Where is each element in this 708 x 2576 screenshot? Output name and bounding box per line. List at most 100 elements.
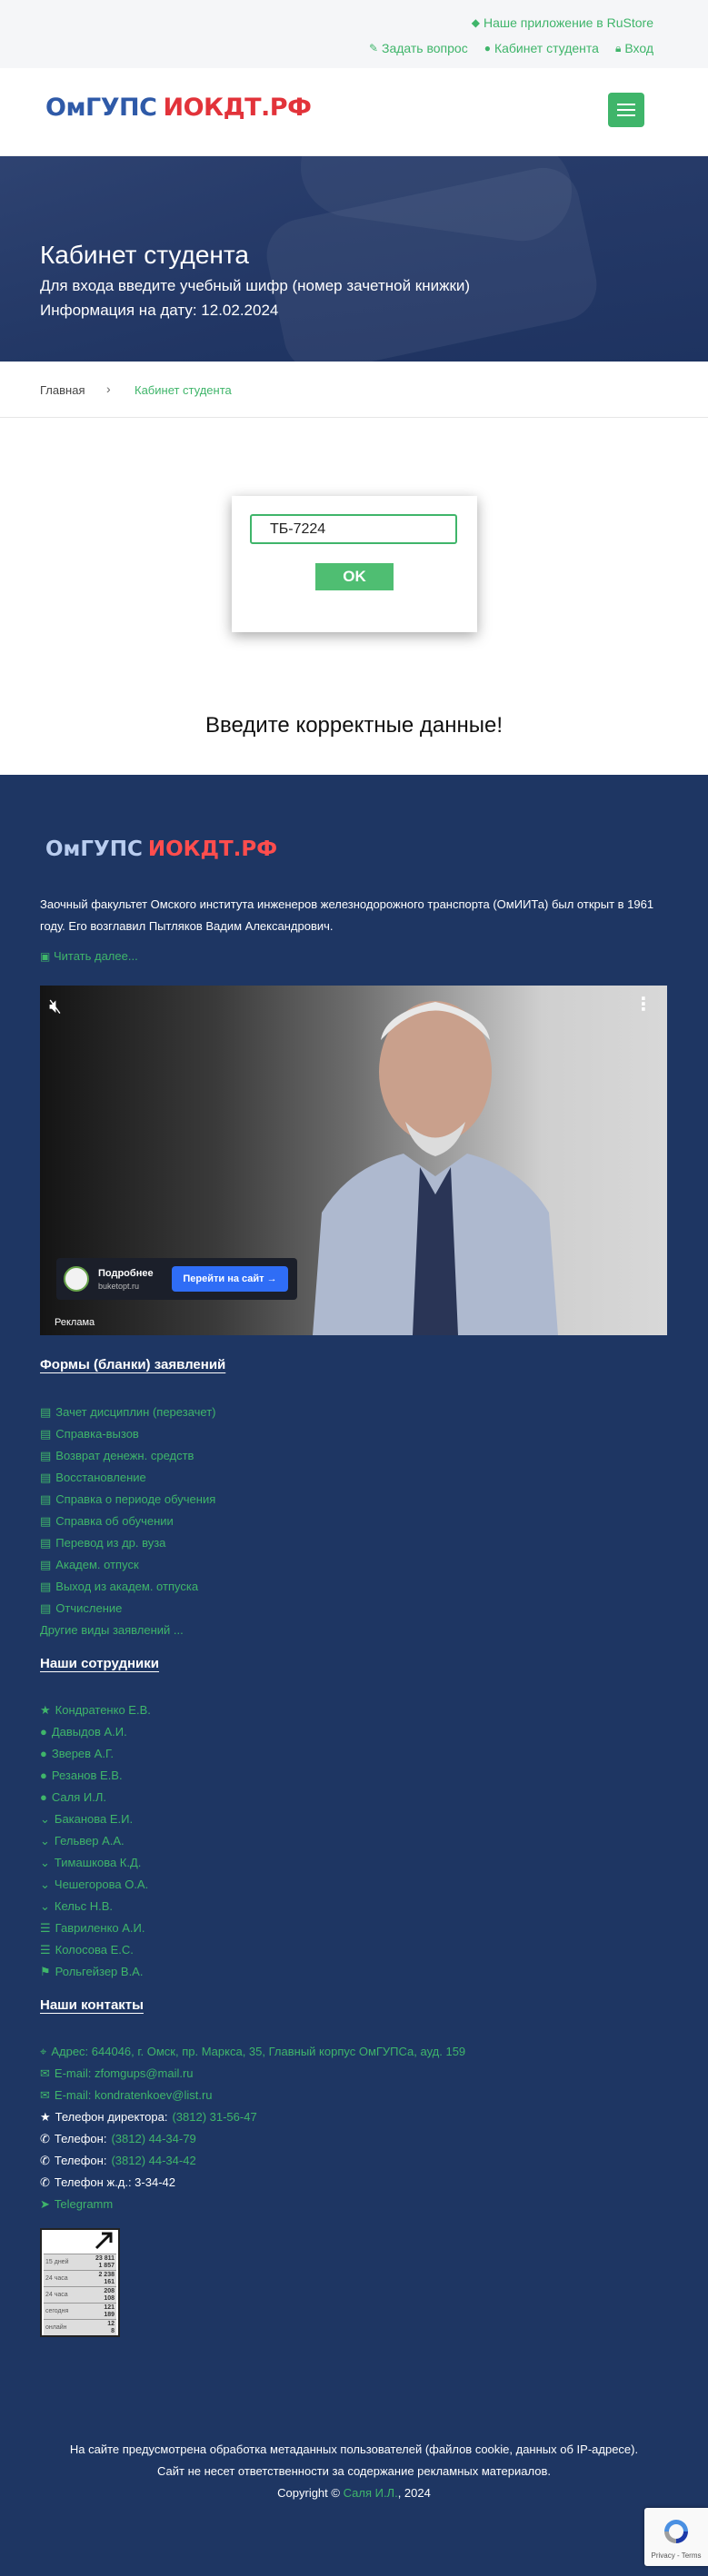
staff-member-name: Кельс Н.В.	[54, 1899, 114, 1913]
user-icon: ●	[40, 1769, 47, 1782]
recaptcha-text: Privacy - Terms	[651, 2551, 702, 2560]
breadcrumb-home[interactable]: Главная	[40, 383, 85, 397]
book-icon: ▣	[40, 950, 51, 963]
staff-member-link[interactable]: ⌄ Кельс Н.В.	[40, 1896, 151, 1917]
chevron-down-icon: ⌄	[40, 1878, 50, 1891]
edit-icon: ✎	[368, 42, 378, 54]
staff-member-link[interactable]: ☰ Колосова Е.С.	[40, 1939, 151, 1961]
form-link[interactable]: ▤ Справка об обучении	[40, 1511, 216, 1532]
contacts-list: ⌖ Адрес: 644046, г. Омск, пр. Маркса, 35,…	[40, 2041, 465, 2215]
form-link-label: Выход из академ. отпуска	[55, 1580, 199, 1593]
form-link[interactable]: ▤ Выход из академ. отпуска	[40, 1576, 216, 1598]
video-menu-icon[interactable]: ⋮	[634, 993, 653, 1016]
recaptcha-badge[interactable]: Privacy - Terms	[644, 2508, 708, 2566]
staff-member-name: Гельвер А.А.	[54, 1834, 125, 1848]
visit-counter-widget[interactable]: 15 дней 23 811 1 857 24 часа 2 238 161 24 ча…	[40, 2228, 120, 2337]
map-marker-icon: ⌖	[40, 2045, 47, 2058]
staff-member-link[interactable]: ★ Кондратенко Е.В.	[40, 1699, 151, 1721]
video-ad-player[interactable]: 🔇︎ ⋮ Подробнее buketopt.ru Перейти на са…	[40, 986, 667, 1335]
read-more-label: Читать далее...	[53, 949, 138, 963]
counter-row-label: 24 часа	[45, 2275, 68, 2282]
staff-member-link[interactable]: ⌄ Баканова Е.И.	[40, 1808, 151, 1830]
staff-member-link[interactable]: ⌄ Чешегорова О.А.	[40, 1874, 151, 1896]
counter-row-label: 15 дней	[45, 2259, 69, 2265]
site-header: ОмГУПС ИОКДТ.РФ	[0, 68, 708, 156]
form-link-label: Справка о периоде обучения	[55, 1492, 216, 1506]
recaptcha-icon	[664, 2520, 688, 2543]
page-hero: Кабинет студента Для входа введите учебн…	[0, 156, 708, 362]
staff-member-link[interactable]: ☰ Гавриленко А.И.	[40, 1917, 151, 1939]
logo-part1: ОмГУПС	[45, 94, 157, 122]
counter-row-label: онлайн	[45, 2324, 67, 2331]
phone-1-link[interactable]: (3812) 44-34-79	[111, 2128, 195, 2150]
form-link-label: Справка-вызов	[55, 1427, 139, 1441]
staff-member-link[interactable]: ● Давыдов А.И.	[40, 1721, 151, 1743]
counter-row-value: 23 811 1 857	[95, 2255, 115, 2269]
paper-plane-icon: ➤	[40, 2197, 50, 2211]
counter-row-value: 2 238 161	[98, 2272, 115, 2285]
student-cabinet-link[interactable]: ● Кабинет студента	[484, 41, 599, 55]
star-icon: ★	[40, 1703, 51, 1717]
file-icon: ▤	[40, 1427, 52, 1441]
staff-member-link[interactable]: ⌄ Тимашкова К.Д.	[40, 1852, 151, 1874]
menu-toggle-button[interactable]	[608, 93, 644, 127]
breadcrumb: Главная › Кабинет студента	[0, 362, 708, 418]
page-subtitle: Для входа введите учебный шифр (номер за…	[40, 277, 471, 294]
staff-member-name: Кондратенко Е.В.	[55, 1703, 151, 1717]
counter-row-value: 12 8	[107, 2321, 115, 2334]
phone-icon: ✆	[40, 2132, 50, 2145]
director-phone-link[interactable]: (3812) 31-56-47	[172, 2106, 256, 2128]
file-icon: ▤	[40, 1580, 52, 1593]
site-logo[interactable]: ОмГУПС ИОКДТ.РФ	[45, 94, 312, 122]
page-title: Кабинет студента	[40, 241, 249, 269]
ad-banner: Подробнее buketopt.ru Перейти на сайт →	[56, 1258, 297, 1300]
envelope-icon: ✉	[40, 2088, 50, 2102]
form-link-label: Отчисление	[55, 1601, 123, 1615]
staff-member-link[interactable]: ● Зверев А.Г.	[40, 1743, 151, 1765]
form-link[interactable]: ▤ Справка-вызов	[40, 1423, 216, 1445]
rustore-app-link[interactable]: ◆ Наше приложение в RuStore	[472, 15, 653, 30]
advertiser-logo-icon	[64, 1266, 89, 1292]
goto-site-button[interactable]: Перейти на сайт →	[172, 1266, 288, 1292]
login-link[interactable]: 🔒︎ Вход	[615, 41, 653, 55]
mute-icon[interactable]: 🔇︎	[49, 995, 76, 1022]
other-forms-link[interactable]: Другие виды заявлений ...	[40, 1620, 184, 1641]
form-link[interactable]: ▤ Восстановление	[40, 1467, 216, 1489]
rustore-app-label: Наше приложение в RuStore	[483, 15, 653, 30]
contact-email-2[interactable]: ✉ E-mail: kondratenkoev@list.ru	[40, 2085, 465, 2106]
staff-member-link[interactable]: ● Резанов Е.В.	[40, 1765, 151, 1787]
staff-member-name: Зверев А.Г.	[51, 1747, 115, 1760]
copyright-year: , 2024	[397, 2486, 431, 2500]
form-link[interactable]: ▤ Перевод из др. вуза	[40, 1532, 216, 1554]
chevron-down-icon: ⌄	[40, 1899, 50, 1913]
ask-question-link[interactable]: ✎ Задать вопрос	[369, 41, 468, 55]
staff-member-link[interactable]: ⚑ Рольгейзер В.А.	[40, 1961, 151, 1983]
other-forms-label: Другие виды заявлений ...	[40, 1623, 184, 1637]
staff-member-name: Баканова Е.И.	[54, 1812, 134, 1826]
staff-member-link[interactable]: ⌄ Гельвер А.А.	[40, 1830, 151, 1852]
phone-icon: ✆	[40, 2154, 50, 2167]
counter-row: 15 дней 23 811 1 857	[44, 2254, 116, 2270]
form-link[interactable]: ▤ Академ. отпуск	[40, 1554, 216, 1576]
read-more-link[interactable]: ▣ Читать далее...	[40, 949, 138, 963]
counter-row-value: 121 189	[104, 2304, 115, 2318]
form-link[interactable]: ▤ Возврат денежн. средств	[40, 1445, 216, 1467]
form-link[interactable]: ▤ Зачет дисциплин (перезачет)	[40, 1402, 216, 1423]
copyright-author-link[interactable]: Саля И.Л.	[344, 2486, 398, 2500]
staff-member-name: Тимашкова К.Д.	[54, 1856, 142, 1869]
ok-button[interactable]: OK	[315, 563, 394, 590]
counter-row: 24 часа 208 108	[44, 2286, 116, 2303]
phone-2-link[interactable]: (3812) 44-34-42	[111, 2150, 195, 2172]
telegram-link[interactable]: ➤ Telegramm	[40, 2194, 465, 2215]
user-icon: ●	[40, 1747, 47, 1760]
footer-logo-part2: ИОКДТ.РФ	[147, 837, 278, 861]
user-icon: ●	[40, 1790, 47, 1804]
form-link[interactable]: ▤ Отчисление	[40, 1598, 216, 1620]
envelope-icon: ✉	[40, 2066, 50, 2080]
contact-phone-2: ✆ Телефон: (3812) 44-34-42	[40, 2150, 465, 2172]
student-code-input[interactable]	[250, 514, 457, 544]
staff-member-link[interactable]: ● Саля И.Л.	[40, 1787, 151, 1808]
form-link[interactable]: ▤ Справка о периоде обучения	[40, 1489, 216, 1511]
contacts-title: Наши контакты	[40, 1997, 144, 2013]
contact-email-1[interactable]: ✉ E-mail: zfomgups@mail.ru	[40, 2063, 465, 2085]
